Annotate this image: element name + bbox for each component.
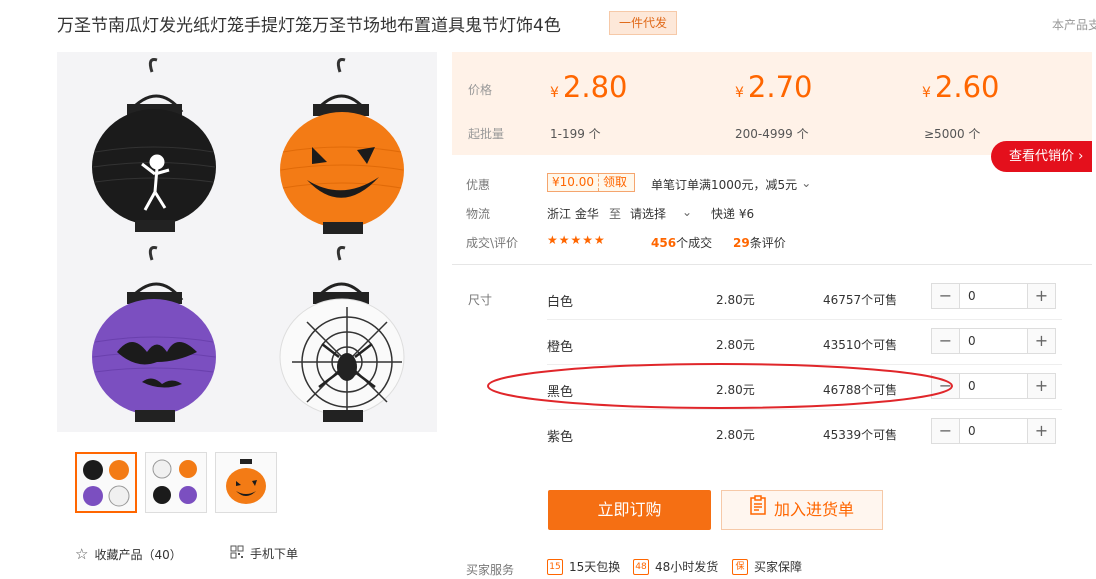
sku-stock: 45339个可售 [823, 428, 898, 442]
service-item-shipping: 48 48小时发货 [633, 558, 718, 575]
plus-button[interactable]: + [1028, 374, 1055, 398]
sku-price: 2.80元 [716, 338, 755, 352]
rating-stars-icon: ★★★★★ [547, 233, 606, 247]
sku-row-purple: 紫色 2.80元 45339个可售 − 0 + [547, 413, 1062, 458]
coupon-get[interactable]: 领取 [598, 174, 631, 191]
chevron-down-icon: ⌄ [801, 176, 812, 190]
logistics-label: 物流 [466, 207, 491, 221]
minus-button[interactable]: − [932, 329, 959, 353]
review-count[interactable]: 29条评价 [733, 234, 786, 251]
sku-name: 橙色 [547, 340, 574, 355]
plus-button[interactable]: + [1028, 329, 1055, 353]
add-to-cart-label: 加入进货单 [773, 500, 854, 519]
guarantee-icon: 保 [732, 558, 748, 575]
highlight-ellipse [485, 361, 955, 411]
service-item-guarantee: 保 买家保障 [732, 558, 802, 575]
order-now-button[interactable]: 立即订购 [548, 490, 711, 530]
tier-range-3: ≥5000 个 [924, 127, 981, 141]
price-label: 价格 [468, 83, 493, 97]
tier-range-1: 1-199 个 [550, 127, 601, 141]
deals-label: 成交\评价 [466, 236, 519, 250]
product-title: 万圣节南瓜灯发光纸灯笼手提灯笼万圣节场地布置道具鬼节灯饰4色 [57, 16, 561, 36]
favorite-label: 收藏产品（40） [94, 547, 182, 562]
add-to-cart-button[interactable]: 加入进货单 [721, 490, 883, 530]
ship-from: 浙江 金华 [547, 207, 599, 221]
sku-stock: 43510个可售 [823, 338, 898, 352]
quantity-input[interactable]: 0 [959, 284, 1028, 308]
batch-label: 起批量 [468, 127, 505, 141]
main-product-image[interactable] [57, 52, 437, 432]
promo-label: 优惠 [466, 178, 491, 192]
coupon-amount: ¥10.00 [552, 175, 594, 189]
chevron-down-icon: ⌄ [682, 205, 693, 219]
express-fee: 快递 ¥6 [711, 207, 755, 221]
deal-count[interactable]: 456个成交 [651, 234, 712, 251]
quantity-stepper: − 0 + [931, 328, 1056, 354]
service-label: 买家服务 [466, 563, 515, 577]
star-icon: ☆ [75, 545, 89, 563]
clipboard-icon [750, 491, 766, 529]
quantity-input[interactable]: 0 [959, 329, 1028, 353]
tier-price-3: ¥2.60 [922, 70, 1000, 104]
ship-to-word: 至 [609, 207, 622, 221]
quantity-input[interactable]: 0 [959, 374, 1028, 398]
thumbnail-1[interactable] [75, 452, 137, 513]
qr-code-icon [230, 545, 244, 562]
sku-row-white: 白色 2.80元 46757个可售 − 0 + [547, 278, 1062, 323]
service-item-exchange: 15 15天包换 [547, 558, 620, 575]
mobile-order-button[interactable]: 手机下单 [230, 545, 298, 562]
quantity-stepper: − 0 + [931, 283, 1056, 309]
quantity-stepper: − 0 + [931, 418, 1056, 444]
sku-stock: 46757个可售 [823, 293, 898, 307]
sku-label: 尺寸 [468, 293, 493, 307]
minus-button[interactable]: − [932, 419, 959, 443]
minus-button[interactable]: − [932, 284, 959, 308]
plus-button[interactable]: + [1028, 284, 1055, 308]
promo-desc[interactable]: 单笔订单满1000元，减5元 ⌄ [651, 176, 811, 193]
sku-price: 2.80元 [716, 428, 755, 442]
tier-range-2: 200-4999 个 [735, 127, 809, 141]
sku-name: 紫色 [547, 430, 574, 445]
exchange-15-icon: 15 [547, 558, 563, 575]
dropship-tag: 一件代发 [609, 11, 677, 35]
destination-select[interactable]: 请选择 ⌄ [630, 205, 692, 222]
coupon-badge[interactable]: ¥10.00 领取 [547, 173, 635, 192]
quantity-input[interactable]: 0 [959, 419, 1028, 443]
view-agent-price-button[interactable]: 查看代销价 › [991, 141, 1092, 172]
thumbnail-2[interactable] [145, 452, 207, 513]
tier-price-2: ¥2.70 [735, 70, 813, 104]
section-divider [452, 264, 1092, 265]
tier-price-1: ¥2.80 [550, 70, 628, 104]
thumbnail-3[interactable] [215, 452, 277, 513]
sku-name: 白色 [547, 295, 574, 310]
mobile-label: 手机下单 [250, 547, 299, 561]
lanterns-image [57, 52, 437, 432]
sku-price: 2.80元 [716, 293, 755, 307]
sku-divider [547, 319, 1062, 320]
plus-button[interactable]: + [1028, 419, 1055, 443]
favorite-button[interactable]: ☆ 收藏产品（40） [75, 545, 182, 563]
supply-note: 本产品支 [1052, 18, 1096, 32]
shipping-48-icon: 48 [633, 558, 649, 575]
